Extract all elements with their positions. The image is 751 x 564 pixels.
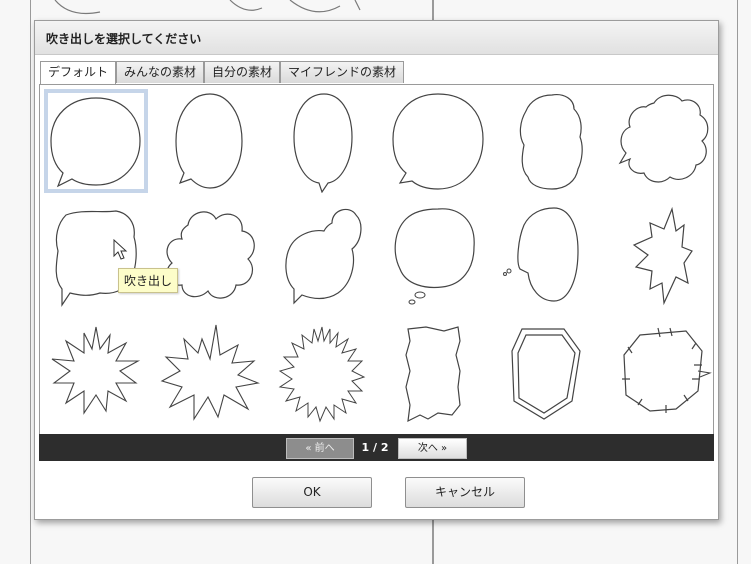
- balloon-item[interactable]: [500, 89, 604, 193]
- ok-button[interactable]: OK: [252, 477, 372, 508]
- dialog-title: 吹き出しを選択してください: [46, 32, 202, 46]
- tooltip: 吹き出し: [118, 268, 179, 293]
- tab-everyone-materials[interactable]: みんなの素材: [116, 61, 205, 83]
- balloon-item[interactable]: [386, 203, 490, 307]
- background-frame-line: [432, 518, 434, 564]
- material-tabs: デフォルト みんなの素材 自分の素材 マイフレンドの素材: [40, 61, 405, 85]
- balloon-item[interactable]: [614, 203, 718, 307]
- background-sketch: [54, 0, 361, 15]
- balloon-item[interactable]: [158, 89, 262, 193]
- double-hexagon-balloon-icon: [511, 328, 581, 420]
- balloon-item[interactable]: [44, 321, 148, 425]
- balloon-item[interactable]: [272, 89, 376, 193]
- balloon-item[interactable]: [44, 89, 148, 193]
- prev-page-button[interactable]: « 前へ: [286, 438, 354, 459]
- oval-balloon-icon: [175, 93, 243, 189]
- balloon-item[interactable]: [614, 321, 718, 425]
- page-indicator: 1 / 2: [361, 441, 389, 454]
- tall-oval-balloon-icon: [293, 93, 353, 193]
- dialog-titlebar: 吹き出しを選択してください: [35, 21, 718, 55]
- balloon-item[interactable]: [386, 321, 490, 425]
- balloon-item[interactable]: [272, 203, 376, 307]
- balloon-grid: 吹き出し: [39, 84, 714, 436]
- balloon-item[interactable]: [386, 89, 490, 193]
- tab-default[interactable]: デフォルト: [40, 61, 117, 85]
- next-page-button[interactable]: 次へ »: [398, 438, 467, 459]
- torn-paper-balloon-icon: [405, 326, 461, 423]
- spike-fringe-balloon-icon: [278, 326, 366, 423]
- explosion-balloon-icon: [160, 324, 260, 421]
- burst-balloon-icon: [51, 326, 141, 415]
- mouse-pointer-icon: [113, 239, 128, 260]
- spiky-balloon-icon: [632, 206, 693, 306]
- small-tail-balloon-icon: [503, 207, 579, 302]
- wavy-balloon-icon: [519, 94, 583, 190]
- balloon-item[interactable]: [614, 89, 718, 193]
- balloon-item[interactable]: [272, 321, 376, 425]
- tab-friend-materials[interactable]: マイフレンドの素材: [280, 61, 405, 83]
- stitched-hexagon-balloon-icon: [622, 327, 712, 413]
- balloon-item[interactable]: [500, 321, 604, 425]
- wide-round-balloon-icon: [392, 93, 484, 190]
- tab-my-materials[interactable]: 自分の素材: [204, 61, 281, 83]
- double-cloud-balloon-icon: [285, 208, 362, 305]
- background-frame-line: [30, 0, 31, 564]
- background-frame-line: [737, 0, 738, 564]
- pagination-bar: « 前へ 1 / 2 次へ »: [39, 434, 714, 461]
- balloon-item[interactable]: [158, 321, 262, 425]
- thought-balloon-icon: [394, 208, 475, 305]
- cloud-balloon-icon: [618, 94, 709, 183]
- cancel-button[interactable]: キャンセル: [405, 477, 525, 508]
- round-balloon-icon: [50, 97, 141, 188]
- balloon-item[interactable]: [500, 203, 604, 307]
- balloon-select-dialog: 吹き出しを選択してください デフォルト みんなの素材 自分の素材 マイフレンドの…: [34, 20, 719, 520]
